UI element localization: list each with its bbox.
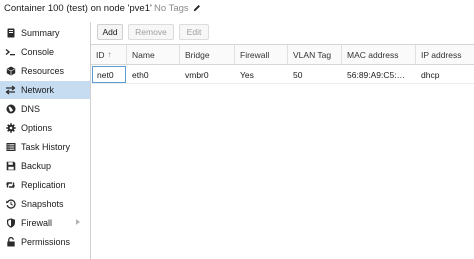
terminal-icon (5, 47, 16, 58)
edit-button[interactable]: Edit (179, 24, 209, 40)
sidebar-item-label: Permissions (21, 237, 71, 247)
grid-header: ID ↑ Name Bridge Firewall VLAN Tag MAC ad… (91, 44, 474, 65)
sidebar-item-task-history[interactable]: Task History (0, 138, 90, 156)
sidebar-item-label: Replication (21, 180, 66, 190)
cell-ip-address[interactable]: dhcp (416, 66, 474, 83)
globe-icon (5, 104, 16, 115)
sidebar-item-permissions[interactable]: Permissions (0, 233, 90, 251)
sidebar-item-label: Network (21, 85, 55, 95)
unlock-icon (5, 237, 16, 248)
sidebar-item-label: Console (21, 47, 55, 57)
sidebar-item-backup[interactable]: Backup (0, 157, 90, 175)
cell-bridge[interactable]: vmbr0 (180, 66, 235, 83)
page-title: Container 100 (test) on node 'pve1' (4, 3, 152, 14)
column-header-firewall[interactable]: Firewall (235, 45, 288, 64)
sidebar-item-label: Backup (21, 161, 52, 171)
sidebar-item-label: Firewall (21, 218, 53, 228)
toolbar: Add Remove Edit (91, 22, 474, 43)
column-header-bridge[interactable]: Bridge (180, 45, 235, 64)
sidebar: Summary Console Resources Network DNS Op… (0, 22, 91, 259)
sidebar-item-network[interactable]: Network (0, 81, 90, 99)
column-header-id[interactable]: ID ↑ (91, 45, 127, 64)
sidebar-item-replication[interactable]: Replication (0, 176, 90, 194)
add-button[interactable]: Add (97, 24, 123, 40)
sidebar-item-snapshots[interactable]: Snapshots (0, 195, 90, 213)
exchange-arrows-icon (5, 85, 16, 96)
cell-name[interactable]: eth0 (127, 66, 180, 83)
expand-caret-icon[interactable] (76, 219, 80, 225)
floppy-icon (5, 161, 16, 172)
tags-label: No Tags (154, 3, 189, 14)
cell-firewall[interactable]: Yes (235, 66, 288, 83)
column-header-name[interactable]: Name (127, 45, 180, 64)
sidebar-item-resources[interactable]: Resources (0, 62, 90, 80)
column-header-ip-address[interactable]: IP address (416, 45, 474, 64)
pencil-icon[interactable] (193, 4, 201, 12)
cell-mac-address[interactable]: 56:89:A9:C5:… (342, 66, 416, 83)
cell-vlan-tag[interactable]: 50 (288, 66, 342, 83)
shield-icon (5, 218, 16, 229)
remove-button[interactable]: Remove (128, 24, 174, 40)
sidebar-item-options[interactable]: Options (0, 119, 90, 137)
sidebar-item-label: Resources (21, 66, 65, 76)
retweet-icon (5, 180, 16, 191)
history-icon (5, 199, 16, 210)
list-icon (5, 142, 16, 153)
sidebar-item-label: DNS (21, 104, 41, 114)
sidebar-item-firewall[interactable]: Firewall (0, 214, 90, 232)
sidebar-item-label: Snapshots (21, 199, 64, 209)
cube-icon (5, 66, 16, 77)
sidebar-item-dns[interactable]: DNS (0, 100, 90, 118)
table-row[interactable]: net0 eth0 vmbr0 Yes 50 56:89:A9:C5:… dhc… (91, 66, 474, 84)
sidebar-item-console[interactable]: Console (0, 43, 90, 61)
title-bar: Container 100 (test) on node 'pve1' No T… (0, 0, 474, 18)
book-icon (5, 28, 16, 39)
gear-icon (5, 123, 16, 134)
cell-id[interactable]: net0 (92, 66, 126, 83)
sidebar-item-label: Options (21, 123, 53, 133)
sidebar-item-summary[interactable]: Summary (0, 24, 90, 42)
column-header-mac-address[interactable]: MAC address (342, 45, 416, 64)
sidebar-item-label: Task History (21, 142, 71, 152)
sidebar-item-label: Summary (21, 28, 60, 38)
column-header-vlan-tag[interactable]: VLAN Tag (288, 45, 342, 64)
sort-ascending-icon: ↑ (107, 50, 112, 59)
tags-area[interactable]: No Tags (154, 3, 201, 14)
